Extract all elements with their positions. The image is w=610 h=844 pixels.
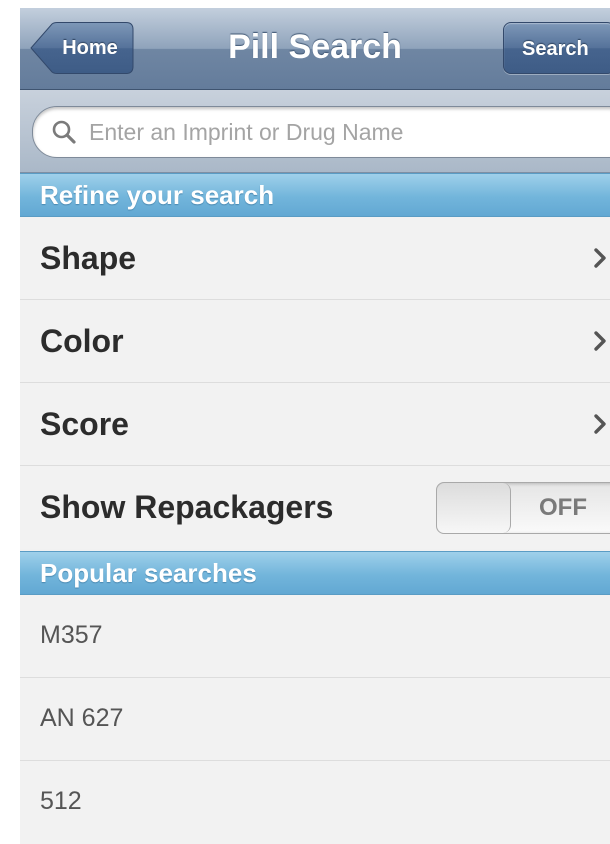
magnifying-glass-icon: [52, 120, 76, 144]
popular-search-item[interactable]: 512: [20, 761, 610, 844]
app-screen: Pill Search Home Search Enter an Imprint…: [20, 8, 610, 844]
repackagers-row: Show Repackagers OFF: [20, 466, 610, 549]
repackagers-label: Show Repackagers: [40, 489, 334, 525]
search-field[interactable]: [32, 106, 610, 158]
popular-search-item[interactable]: AN 627: [20, 678, 610, 761]
color-label: Color: [40, 323, 124, 359]
popular-search-label: 512: [40, 787, 82, 815]
toggle-knob[interactable]: [437, 483, 511, 533]
popular-search-label: AN 627: [40, 704, 124, 732]
score-row[interactable]: Score: [20, 383, 610, 466]
repackagers-toggle[interactable]: OFF: [436, 482, 610, 534]
home-button-label: Home: [62, 37, 118, 59]
popular-section-header: Popular searches: [20, 551, 610, 595]
shape-row[interactable]: Shape: [20, 217, 610, 300]
search-input[interactable]: [89, 107, 609, 157]
search-bar: [20, 90, 610, 173]
search-button[interactable]: Search: [503, 22, 610, 74]
chevron-right-icon: [594, 331, 606, 351]
toggle-state-label: OFF: [539, 494, 587, 521]
popular-search-label: M357: [40, 621, 103, 649]
popular-search-item[interactable]: M357: [20, 595, 610, 678]
shape-label: Shape: [40, 240, 137, 276]
chevron-right-icon: [594, 248, 606, 268]
refine-section-header: Refine your search: [20, 173, 610, 217]
chevron-right-icon: [594, 414, 606, 434]
score-label: Score: [40, 406, 129, 442]
navigation-bar: Pill Search Home Search: [20, 8, 610, 90]
home-back-button[interactable]: Home: [30, 22, 134, 74]
color-row[interactable]: Color: [20, 300, 610, 383]
